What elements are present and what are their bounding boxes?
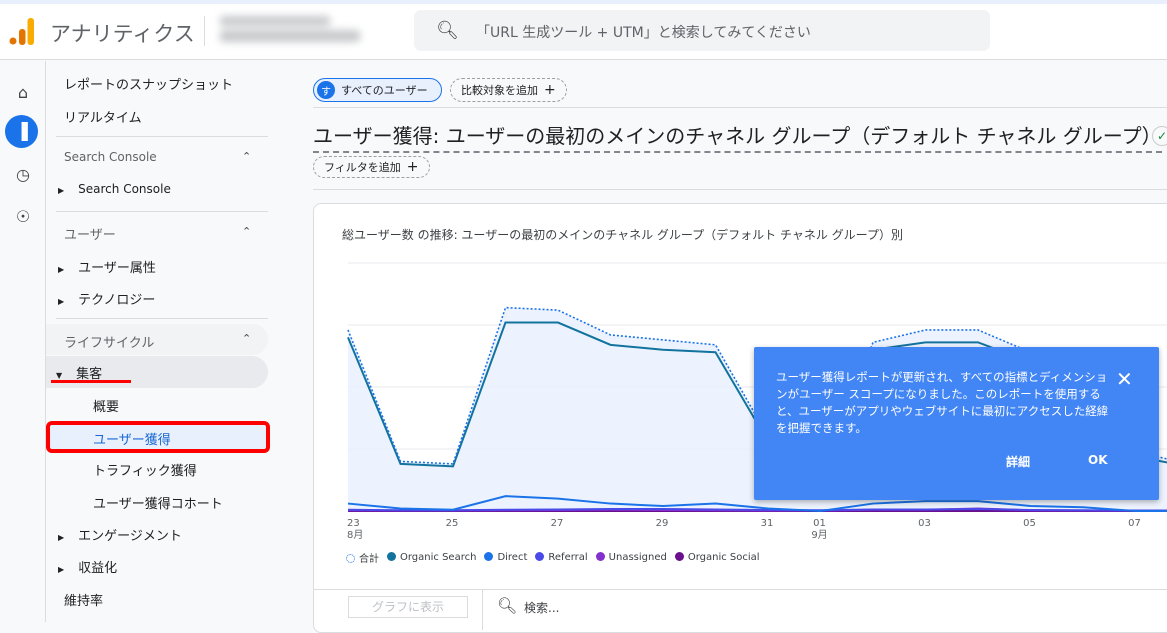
page-title[interactable]: ユーザー獲得: ユーザーの最初のメインのチャネル グループ（デフォルト チャネル… xyxy=(313,120,1162,153)
search-placeholder: 「URL 生成ツール + UTM」と検索してみてください xyxy=(476,25,811,41)
section-search-console[interactable]: Search Console xyxy=(64,150,157,164)
chevron-up-icon[interactable]: ⌃ xyxy=(242,225,251,238)
add-filter-button[interactable]: フィルタを追加 + xyxy=(313,156,430,178)
plot-rows-button[interactable]: グラフに表示 xyxy=(348,596,468,618)
divider xyxy=(314,589,1167,590)
segment-label: すべてのユーザー xyxy=(341,84,428,97)
x-tick-label: 05 xyxy=(1023,518,1036,529)
home-icon[interactable]: ⌂ xyxy=(8,77,38,107)
divider xyxy=(56,211,268,212)
sidebar-item-user-acquisition-label: ユーザー獲得 xyxy=(93,433,171,448)
x-tick-label: 29 xyxy=(656,518,669,529)
caret-right-icon: ▶ xyxy=(58,565,65,574)
legend-item[interactable]: Organic Social xyxy=(674,552,760,563)
sidebar-item-traffic-acquisition[interactable]: トラフィック獲得 xyxy=(93,460,197,479)
legend-dot-icon xyxy=(387,552,396,561)
legend-label: Referral xyxy=(548,552,588,563)
legend-item[interactable]: Organic Search xyxy=(387,552,476,563)
divider xyxy=(56,318,268,319)
search-icon: 🔍︎ xyxy=(436,20,459,41)
update-notice-popup: ユーザー獲得レポートが更新され、すべての指標とディメンションがユーザー スコープ… xyxy=(754,347,1159,500)
caret-down-icon: ▼ xyxy=(56,371,63,380)
red-underline-annotation xyxy=(51,380,131,383)
x-tick-label: 03 xyxy=(918,518,931,529)
advertising-icon[interactable]: ☉ xyxy=(8,201,38,231)
segment-chip[interactable]: す すべてのユーザー xyxy=(313,78,442,102)
add-comparison-label: 比較対象を追加 xyxy=(461,84,538,97)
section-lifecycle[interactable]: ライフサイクル xyxy=(64,332,154,351)
check-circle-icon[interactable]: ✓ xyxy=(1152,126,1167,146)
x-tick-label: 27 xyxy=(551,518,564,529)
divider xyxy=(204,16,205,46)
ok-button[interactable]: OK xyxy=(1088,453,1108,467)
close-icon[interactable]: ✕ xyxy=(1116,367,1133,391)
top-bar: アナリティクス 🔍︎ 「URL 生成ツール + UTM」と検索してみてください xyxy=(0,4,1167,60)
x-tick-label: 07 xyxy=(1128,518,1141,529)
caret-right-icon: ▶ xyxy=(58,297,65,306)
analytics-logo-icon[interactable] xyxy=(9,16,35,46)
sidebar-item-cohort[interactable]: ユーザー獲得コホート xyxy=(93,493,223,512)
legend-item[interactable]: Direct xyxy=(484,552,527,563)
segment-avatar: す xyxy=(317,81,335,99)
table-search-input[interactable]: 検索... xyxy=(524,599,559,616)
legend-item[interactable]: 合計 xyxy=(346,550,379,565)
sidebar-item-tech[interactable]: ▶ テクノロジー xyxy=(58,289,155,308)
caret-right-icon: ▶ xyxy=(58,265,65,274)
details-button[interactable]: 詳細 xyxy=(1006,453,1030,470)
chart-legend: 合計 Organic Search Direct Referral Unassigned… xyxy=(346,550,760,565)
explore-icon[interactable]: ◷ xyxy=(8,159,38,189)
property-selector[interactable] xyxy=(220,12,370,50)
add-filter-label: フィルタを追加 xyxy=(324,161,401,174)
divider xyxy=(56,136,268,137)
sidebar-item-snapshot[interactable]: レポートのスナップショット xyxy=(64,74,233,93)
legend-label: Organic Search xyxy=(400,552,477,563)
x-tick-label: 25 xyxy=(446,518,459,529)
divider xyxy=(313,107,1167,108)
legend-dot-icon xyxy=(535,552,545,561)
sidebar-item-overview[interactable]: 概要 xyxy=(93,396,119,415)
chevron-up-icon[interactable]: ⌃ xyxy=(242,332,251,345)
x-tick-label: 01 xyxy=(813,518,826,529)
legend-item[interactable]: Unassigned xyxy=(595,552,667,563)
series-line-referral xyxy=(347,508,1167,512)
chevron-up-icon[interactable]: ⌃ xyxy=(242,150,251,163)
reports-icon[interactable]: ▐ xyxy=(5,115,38,148)
x-tick-label: 31 xyxy=(761,518,774,529)
divider xyxy=(313,189,1167,190)
sidebar-item-realtime[interactable]: リアルタイム xyxy=(64,107,142,126)
legend-label: Organic Social xyxy=(687,552,760,563)
search-bar[interactable]: 🔍︎ 「URL 生成ツール + UTM」と検索してみてください xyxy=(414,10,990,51)
caret-right-icon: ▶ xyxy=(58,533,65,542)
search-icon: 🔍︎ xyxy=(497,596,518,615)
legend-label: Unassigned xyxy=(608,552,667,563)
legend-dot-icon xyxy=(674,552,684,561)
app-name: アナリティクス xyxy=(50,22,195,46)
legend-item[interactable]: Referral xyxy=(535,552,588,563)
plus-icon: + xyxy=(544,82,556,98)
x-tick-month-label: 9月 xyxy=(811,529,827,541)
legend-dot-icon xyxy=(346,554,355,563)
sidebar: レポートのスナップショット リアルタイム Search Console ⌃ ▶ S… xyxy=(46,61,290,622)
plus-icon: + xyxy=(406,159,419,175)
section-user[interactable]: ユーザー xyxy=(64,224,116,243)
x-tick-label: 23 xyxy=(347,518,360,529)
sidebar-item-search-console[interactable]: ▶ Search Console xyxy=(58,182,171,196)
sidebar-item-retention[interactable]: 維持率 xyxy=(64,590,103,609)
add-comparison-button[interactable]: 比較対象を追加 + xyxy=(450,78,567,102)
popup-message: ユーザー獲得レポートが更新され、すべての指標とディメンションがユーザー スコープ… xyxy=(776,370,1109,435)
divider xyxy=(482,590,483,630)
nav-rail: ⌂ ▐ ◷ ☉ xyxy=(0,61,46,622)
sidebar-item-engagement[interactable]: ▶ エンゲージメント xyxy=(58,525,182,544)
caret-right-icon: ▶ xyxy=(58,186,65,195)
x-tick-month-label: 8月 xyxy=(347,529,363,541)
legend-dot-icon xyxy=(595,552,605,561)
legend-label: Direct xyxy=(497,552,528,563)
legend-label: 合計 xyxy=(359,554,379,565)
sidebar-item-monetization[interactable]: ▶ 収益化 xyxy=(58,557,117,576)
legend-dot-icon xyxy=(484,552,494,561)
sidebar-item-demographics[interactable]: ▶ ユーザー属性 xyxy=(58,257,156,276)
